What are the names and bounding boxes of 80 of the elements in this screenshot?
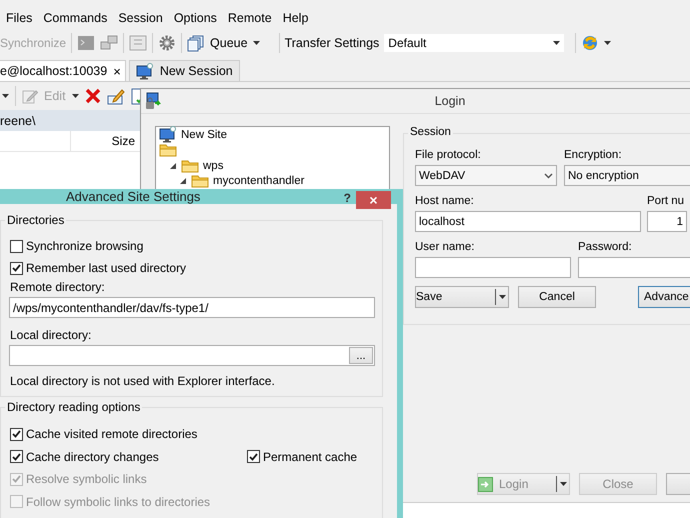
local-directory-field[interactable]: ... bbox=[9, 345, 375, 366]
close-tab-button[interactable]: × bbox=[113, 64, 121, 78]
queue-icon[interactable] bbox=[187, 34, 206, 52]
path-text: reene\ bbox=[0, 114, 36, 128]
checkbox-label: Follow symbolic links to directories bbox=[26, 494, 210, 508]
field-label: Remote directory: bbox=[10, 280, 106, 294]
group-legend: Session bbox=[408, 126, 453, 138]
dialog-button[interactable]: Cancel bbox=[518, 286, 596, 308]
tree-item[interactable]: wps bbox=[203, 160, 224, 172]
menu-item[interactable]: Help bbox=[276, 11, 314, 25]
host-name-field[interactable]: localhost bbox=[415, 211, 641, 232]
queue-button[interactable]: Queue bbox=[210, 36, 248, 50]
transfer-settings-label: Transfer Settings bbox=[284, 36, 380, 50]
expander-icon[interactable] bbox=[180, 178, 186, 184]
tree-item[interactable]: New Site bbox=[181, 128, 228, 141]
tree-item[interactable]: mycontenthandler bbox=[213, 175, 304, 188]
checkbox-label: Remember last used directory bbox=[26, 261, 186, 275]
column-header[interactable]: Size bbox=[71, 131, 135, 151]
encryption-dropdown[interactable]: No encryption bbox=[564, 165, 690, 186]
field-label: Password: bbox=[578, 240, 633, 254]
caret-icon bbox=[498, 295, 506, 299]
close-button[interactable]: × bbox=[356, 191, 391, 209]
field-label: File protocol: bbox=[415, 148, 482, 162]
session-tab[interactable]: e@localhost:10039 × bbox=[0, 60, 126, 81]
folder-icon bbox=[181, 158, 199, 173]
menu-item[interactable]: Files bbox=[0, 11, 38, 25]
checkbox[interactable] bbox=[10, 262, 23, 274]
checkbox-label: Resolve symbolic links bbox=[26, 472, 147, 486]
folder-icon bbox=[191, 174, 209, 188]
menu-item[interactable]: Options bbox=[168, 11, 222, 25]
caret-icon bbox=[553, 41, 560, 45]
checkbox[interactable] bbox=[247, 450, 260, 463]
dropdown-caret-icon bbox=[72, 94, 79, 98]
remote-directory-field[interactable]: /wps/mycontenthandler/dav/fs-type1/ bbox=[9, 297, 375, 318]
caret-icon bbox=[560, 482, 566, 486]
field-label: Local directory: bbox=[10, 328, 92, 342]
dialog-button[interactable]: Save bbox=[415, 286, 509, 308]
user-name-field[interactable] bbox=[415, 257, 571, 278]
field-label: Port nu bbox=[647, 194, 686, 208]
caret-icon bbox=[604, 41, 612, 45]
chevron-icon bbox=[544, 172, 553, 178]
checkbox[interactable] bbox=[10, 240, 23, 252]
session-tab[interactable]: New Session bbox=[128, 60, 240, 81]
menu-item[interactable]: Commands bbox=[37, 11, 112, 25]
field-label: Encryption: bbox=[564, 148, 623, 162]
computers-icon[interactable] bbox=[100, 35, 118, 51]
checkbox-label: Permanent cache bbox=[263, 450, 358, 464]
expander-icon[interactable] bbox=[170, 162, 176, 169]
dropdown-caret-icon bbox=[2, 94, 9, 98]
dialog-button[interactable]: Advance bbox=[638, 286, 690, 308]
note-text: Local directory is not used with Explorer interface. bbox=[10, 374, 276, 388]
console-icon[interactable] bbox=[77, 35, 96, 51]
menu-item[interactable]: Session bbox=[112, 11, 168, 25]
menu-item[interactable]: Remote bbox=[222, 11, 277, 25]
password-field[interactable] bbox=[578, 257, 690, 278]
file-protocol-dropdown[interactable]: WebDAV bbox=[415, 165, 557, 186]
dialog-title: Login bbox=[434, 94, 466, 108]
port-field[interactable]: 1 bbox=[647, 211, 687, 232]
dialog-title: Advanced Site Settings bbox=[65, 189, 200, 204]
help-button[interactable]: ? bbox=[344, 191, 351, 205]
group-legend: Directory reading options bbox=[5, 400, 142, 414]
monitor-icon bbox=[136, 62, 154, 80]
checkbox-label: Synchronize browsing bbox=[26, 239, 144, 253]
login-icon bbox=[478, 476, 493, 492]
globe-sync-icon[interactable] bbox=[581, 34, 600, 52]
group-legend: Directories bbox=[5, 213, 66, 227]
computer-lock-icon bbox=[145, 92, 163, 110]
checkbox-label: Cache visited remote directories bbox=[26, 427, 198, 441]
field-label: User name: bbox=[415, 240, 476, 254]
transfer-settings-dropdown[interactable]: Default bbox=[384, 34, 564, 52]
browse-button[interactable]: ... bbox=[349, 347, 373, 364]
checkbox[interactable] bbox=[10, 428, 23, 440]
delete-icon[interactable] bbox=[84, 88, 101, 104]
folder-icon bbox=[159, 143, 177, 158]
field-label: Host name: bbox=[415, 194, 475, 208]
caret-icon bbox=[252, 41, 260, 45]
rename-icon[interactable] bbox=[106, 88, 125, 104]
checkbox[interactable] bbox=[10, 450, 23, 463]
settings-icon[interactable] bbox=[158, 34, 176, 52]
checkbox-label: Cache directory changes bbox=[26, 450, 159, 464]
